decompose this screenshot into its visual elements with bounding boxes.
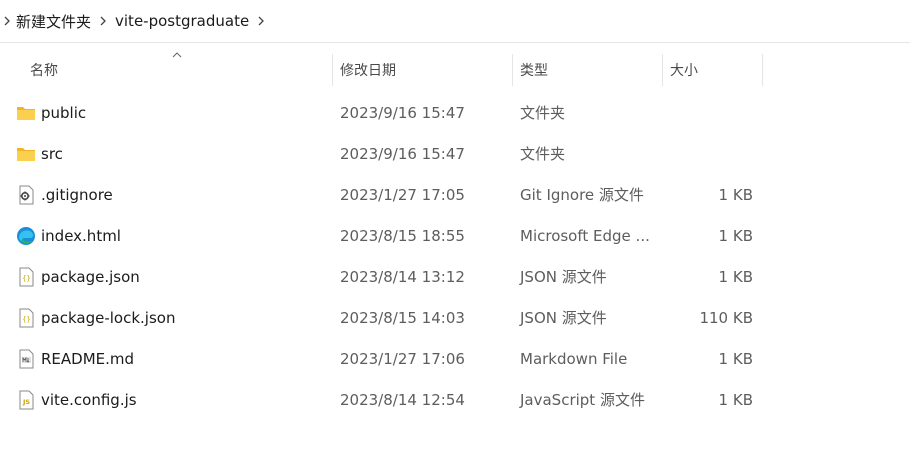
file-type: 文件夹 bbox=[520, 104, 566, 122]
list-item[interactable]: README.md 2023/1/27 17:06 Markdown File … bbox=[0, 338, 910, 379]
file-date: 2023/8/14 12:54 bbox=[340, 390, 465, 409]
file-date: 2023/8/15 18:55 bbox=[340, 226, 465, 245]
file-name: README.md bbox=[41, 349, 135, 368]
file-name: index.html bbox=[41, 226, 121, 245]
json-file-icon: {} bbox=[16, 267, 36, 287]
file-type: Git Ignore 源文件 bbox=[520, 186, 644, 204]
folder-icon bbox=[16, 144, 36, 164]
file-name-cell: src bbox=[16, 133, 326, 174]
file-type: 文件夹 bbox=[520, 145, 566, 163]
svg-text:JS: JS bbox=[22, 398, 30, 406]
file-type: JavaScript 源文件 bbox=[520, 391, 645, 409]
file-date: 2023/1/27 17:06 bbox=[340, 349, 465, 368]
markdown-file-icon bbox=[16, 349, 36, 369]
breadcrumb: 新建文件夹 vite-postgraduate bbox=[0, 0, 910, 42]
breadcrumb-divider bbox=[0, 42, 910, 43]
list-item[interactable]: .gitignore 2023/1/27 17:05 Git Ignore 源文… bbox=[0, 174, 910, 215]
list-item[interactable]: src 2023/9/16 15:47 文件夹 bbox=[0, 133, 910, 174]
file-size: 1 KB bbox=[718, 349, 753, 368]
column-header-name[interactable]: 名称 bbox=[30, 52, 330, 88]
file-name-cell: index.html bbox=[16, 215, 326, 256]
file-name-cell: README.md bbox=[16, 338, 326, 379]
svg-text:{}: {} bbox=[22, 274, 30, 282]
file-name-cell: {} package-lock.json bbox=[16, 297, 326, 338]
breadcrumb-item-parent[interactable]: 新建文件夹 bbox=[14, 11, 93, 32]
chevron-right-icon[interactable] bbox=[251, 16, 271, 26]
js-file-icon: JS bbox=[16, 390, 36, 410]
file-name: src bbox=[41, 144, 63, 163]
file-name-cell: .gitignore bbox=[16, 174, 326, 215]
column-header-date[interactable]: 修改日期 bbox=[340, 52, 510, 88]
file-name: public bbox=[41, 103, 87, 122]
column-resize-handle[interactable] bbox=[662, 54, 663, 86]
file-size bbox=[668, 133, 753, 174]
column-header-size[interactable]: 大小 bbox=[670, 52, 760, 88]
config-file-icon bbox=[16, 185, 36, 205]
file-name: .gitignore bbox=[41, 185, 113, 204]
file-size: 110 KB bbox=[699, 308, 753, 327]
list-item[interactable]: {} package.json 2023/8/14 13:12 JSON 源文件… bbox=[0, 256, 910, 297]
file-name: package-lock.json bbox=[41, 308, 176, 327]
file-name: vite.config.js bbox=[41, 390, 137, 409]
list-item[interactable]: index.html 2023/8/15 18:55 Microsoft Edg… bbox=[0, 215, 910, 256]
list-item[interactable]: public 2023/9/16 15:47 文件夹 bbox=[0, 92, 910, 133]
column-header-type[interactable]: 类型 bbox=[520, 52, 660, 88]
file-name-cell: JS vite.config.js bbox=[16, 379, 326, 420]
breadcrumb-item-current[interactable]: vite-postgraduate bbox=[113, 12, 251, 30]
column-header: 名称 修改日期 类型 大小 bbox=[0, 52, 910, 88]
file-name-cell: public bbox=[16, 92, 326, 133]
file-type: Microsoft Edge ... bbox=[520, 226, 650, 245]
edge-icon bbox=[16, 226, 36, 246]
file-type: JSON 源文件 bbox=[520, 268, 607, 286]
file-date: 2023/9/16 15:47 bbox=[340, 103, 465, 122]
json-file-icon: {} bbox=[16, 308, 36, 328]
chevron-right-icon[interactable] bbox=[93, 16, 113, 26]
column-resize-handle[interactable] bbox=[332, 54, 333, 86]
file-type: JSON 源文件 bbox=[520, 309, 607, 327]
list-item[interactable]: {} package-lock.json 2023/8/15 14:03 JSO… bbox=[0, 297, 910, 338]
file-date: 2023/8/14 13:12 bbox=[340, 267, 465, 286]
file-size bbox=[668, 92, 753, 133]
column-resize-handle[interactable] bbox=[512, 54, 513, 86]
file-explorer: 新建文件夹 vite-postgraduate 名称 修改日期 类型 大小 pu… bbox=[0, 0, 910, 449]
file-size: 1 KB bbox=[718, 267, 753, 286]
file-name: package.json bbox=[41, 267, 140, 286]
file-date: 2023/9/16 15:47 bbox=[340, 144, 465, 163]
file-size: 1 KB bbox=[718, 185, 753, 204]
file-date: 2023/8/15 14:03 bbox=[340, 308, 465, 327]
chevron-right-icon[interactable] bbox=[0, 16, 14, 26]
file-date: 2023/1/27 17:05 bbox=[340, 185, 465, 204]
column-resize-handle[interactable] bbox=[762, 54, 763, 86]
file-size: 1 KB bbox=[718, 226, 753, 245]
list-item[interactable]: JS vite.config.js 2023/8/14 12:54 JavaSc… bbox=[0, 379, 910, 420]
file-name-cell: {} package.json bbox=[16, 256, 326, 297]
file-size: 1 KB bbox=[718, 390, 753, 409]
folder-icon bbox=[16, 103, 36, 123]
file-type: Markdown File bbox=[520, 349, 628, 368]
svg-text:{}: {} bbox=[22, 315, 30, 323]
